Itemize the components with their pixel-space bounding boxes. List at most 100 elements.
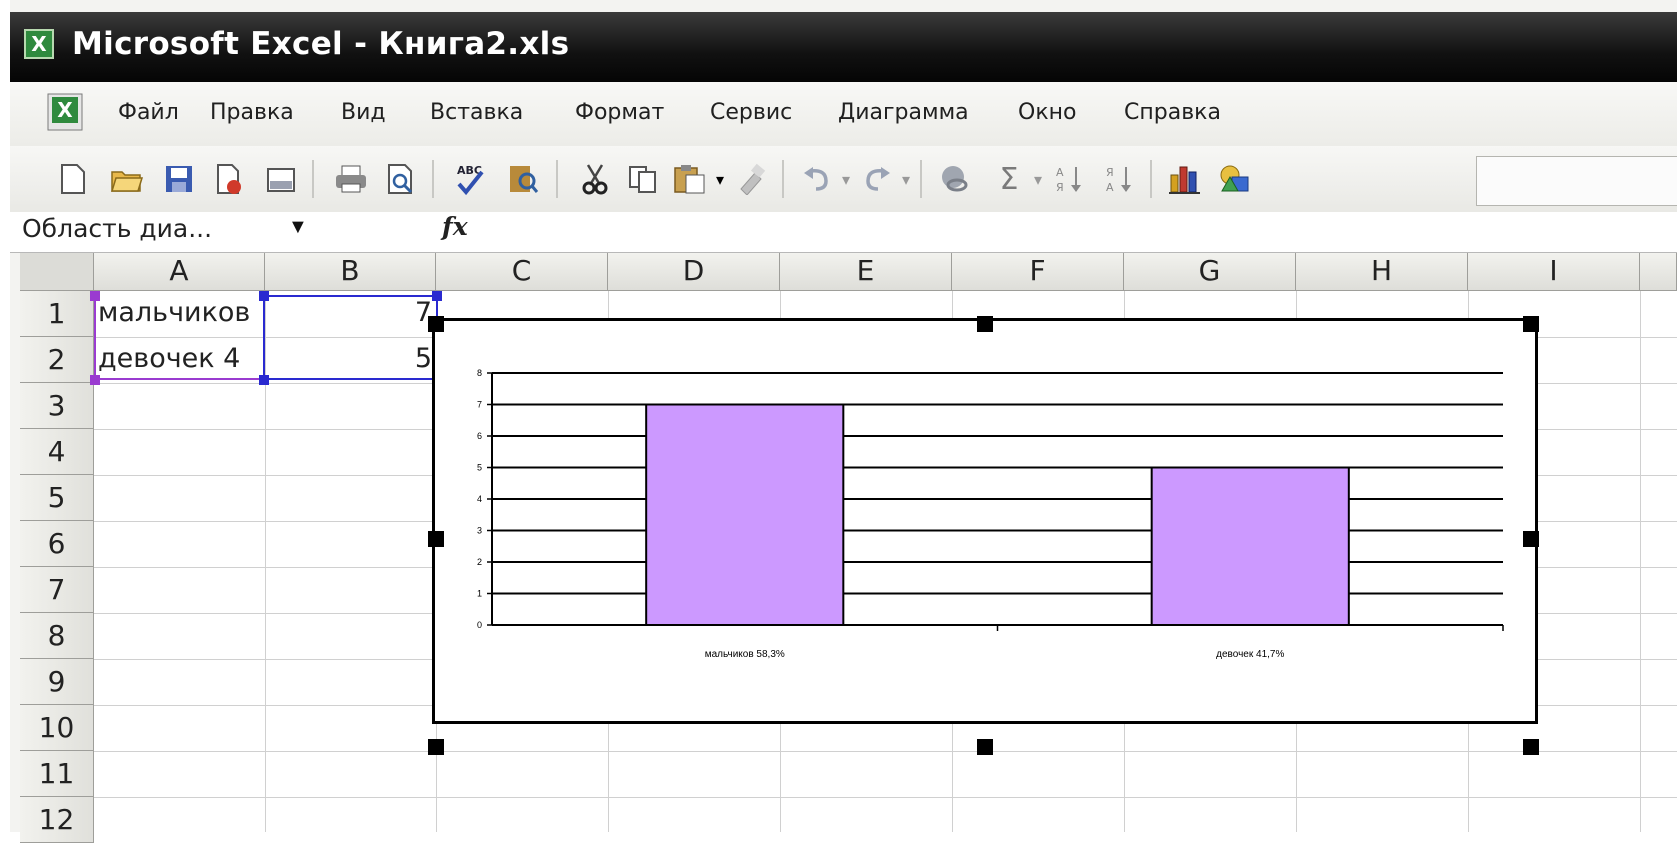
menu-bar: X Файл Правка Вид Вставка Формат Сервис …	[10, 82, 1677, 146]
autosum-dropdown-icon[interactable]: ▾	[1028, 160, 1048, 198]
row-header-12[interactable]: 12	[20, 797, 94, 843]
svg-text:А: А	[1106, 181, 1114, 194]
paste-icon[interactable]	[670, 160, 708, 198]
column-header-e[interactable]: E	[780, 253, 952, 291]
row-header-5[interactable]: 5	[20, 475, 94, 521]
chart-wizard-icon[interactable]	[1166, 160, 1204, 198]
print-icon[interactable]	[332, 160, 370, 198]
column-header-a[interactable]: A	[94, 253, 265, 291]
column-header-d[interactable]: D	[608, 253, 780, 291]
column-header-b[interactable]: B	[265, 253, 436, 291]
menu-insert[interactable]: Вставка	[430, 100, 523, 125]
permission-icon[interactable]	[210, 160, 248, 198]
chart-resize-handle[interactable]	[428, 739, 444, 755]
chart-resize-handle[interactable]	[1523, 739, 1539, 755]
menu-format[interactable]: Формат	[575, 100, 664, 125]
menu-help[interactable]: Справка	[1124, 100, 1221, 125]
svg-text:X: X	[57, 98, 73, 122]
research-icon[interactable]	[504, 160, 542, 198]
row-header-1[interactable]: 1	[20, 291, 94, 337]
drawing-icon[interactable]	[1216, 160, 1254, 198]
print-preview-icon[interactable]	[382, 160, 420, 198]
cut-icon[interactable]	[576, 160, 614, 198]
undo-dropdown-icon[interactable]: ▾	[836, 160, 856, 198]
insert-function-icon[interactable]: fx	[442, 212, 468, 241]
bar	[1150, 466, 1350, 626]
row-header-4[interactable]: 4	[20, 429, 94, 475]
paste-dropdown-icon[interactable]: ▾	[710, 160, 730, 198]
row-header-9[interactable]: 9	[20, 659, 94, 705]
chart-resize-handle[interactable]	[977, 739, 993, 755]
undo-icon[interactable]	[798, 160, 836, 198]
email-icon[interactable]	[262, 160, 300, 198]
range-handle[interactable]	[90, 291, 100, 301]
open-icon[interactable]	[108, 160, 146, 198]
chart-resize-handle[interactable]	[977, 316, 993, 332]
chart-resize-handle[interactable]	[1523, 316, 1539, 332]
row-header-7[interactable]: 7	[20, 567, 94, 613]
bar	[645, 403, 845, 626]
chart-resize-handle[interactable]	[428, 531, 444, 547]
svg-text:Я: Я	[1056, 181, 1064, 194]
column-header-j[interactable]	[1640, 253, 1677, 291]
y-tick-label: 7	[477, 400, 482, 410]
name-box-dropdown-icon[interactable]: ▼	[288, 216, 308, 239]
left-margin	[0, 0, 10, 832]
x-category-label: мальчиков 58,3%	[705, 649, 785, 660]
category-range-highlight	[94, 295, 266, 380]
menu-chart[interactable]: Диаграмма	[838, 100, 969, 125]
chart-resize-handle[interactable]	[428, 316, 444, 332]
row-header-11[interactable]: 11	[20, 751, 94, 797]
sort-descending-icon[interactable]: ЯА	[1100, 160, 1138, 198]
menu-tools[interactable]: Сервис	[710, 100, 792, 125]
y-tick-label: 0	[477, 620, 482, 630]
save-icon[interactable]	[160, 160, 198, 198]
svg-text:Я: Я	[1106, 166, 1114, 179]
autosum-icon[interactable]: Σ	[990, 160, 1028, 198]
y-tick-label: 4	[477, 494, 482, 504]
column-header-g[interactable]: G	[1124, 253, 1296, 291]
svg-text:А: А	[1056, 166, 1064, 179]
redo-dropdown-icon[interactable]: ▾	[896, 160, 916, 198]
hyperlink-icon[interactable]	[936, 160, 974, 198]
y-tick-label: 3	[477, 526, 482, 536]
column-header-i[interactable]: I	[1468, 253, 1640, 291]
menu-view[interactable]: Вид	[341, 100, 386, 125]
toolbar-combo-box[interactable]	[1476, 156, 1677, 206]
y-tick-label: 5	[477, 463, 482, 473]
y-tick-label: 1	[477, 589, 482, 599]
chart-resize-handle[interactable]	[1523, 531, 1539, 547]
y-tick-label: 8	[477, 368, 482, 378]
range-handle[interactable]	[259, 375, 269, 385]
menu-window[interactable]: Окно	[1018, 100, 1076, 125]
new-icon[interactable]	[54, 160, 92, 198]
name-box[interactable]: Область диа...	[22, 214, 212, 243]
format-painter-icon[interactable]	[732, 160, 770, 198]
excel-app-icon[interactable]: X	[24, 29, 54, 59]
range-handle[interactable]	[259, 291, 269, 301]
column-header-c[interactable]: C	[436, 253, 608, 291]
column-header-f[interactable]: F	[952, 253, 1124, 291]
row-header-8[interactable]: 8	[20, 613, 94, 659]
copy-icon[interactable]	[624, 160, 662, 198]
menu-edit[interactable]: Правка	[210, 100, 294, 125]
chart-area[interactable]: 0 1 2 3 4 5 6 7 8 мальчиков 58,3% девочек 41,7%	[432, 318, 1538, 724]
range-handle[interactable]	[432, 291, 442, 301]
column-header-h[interactable]: H	[1296, 253, 1468, 291]
window-title: Microsoft Excel - Книга2.xls	[72, 26, 570, 62]
title-bar: X Microsoft Excel - Книга2.xls	[10, 12, 1677, 82]
workbook-menu-icon[interactable]: X	[46, 92, 84, 132]
spelling-icon[interactable]: ABC	[452, 160, 490, 198]
row-header-3[interactable]: 3	[20, 383, 94, 429]
row-header-6[interactable]: 6	[20, 521, 94, 567]
redo-icon[interactable]	[858, 160, 896, 198]
values-range-highlight	[263, 295, 438, 380]
row-header-10[interactable]: 10	[20, 705, 94, 751]
menu-file[interactable]: Файл	[118, 100, 179, 125]
formula-bar: Область диа... ▼ fx	[10, 212, 1677, 253]
select-all-corner[interactable]	[20, 253, 94, 291]
range-handle[interactable]	[90, 375, 100, 385]
sort-ascending-icon[interactable]: АЯ	[1050, 160, 1088, 198]
row-header-2[interactable]: 2	[20, 337, 94, 383]
standard-toolbar: ABC ▾ ▾ ▾ Σ ▾ А Я Я А	[10, 146, 1677, 212]
